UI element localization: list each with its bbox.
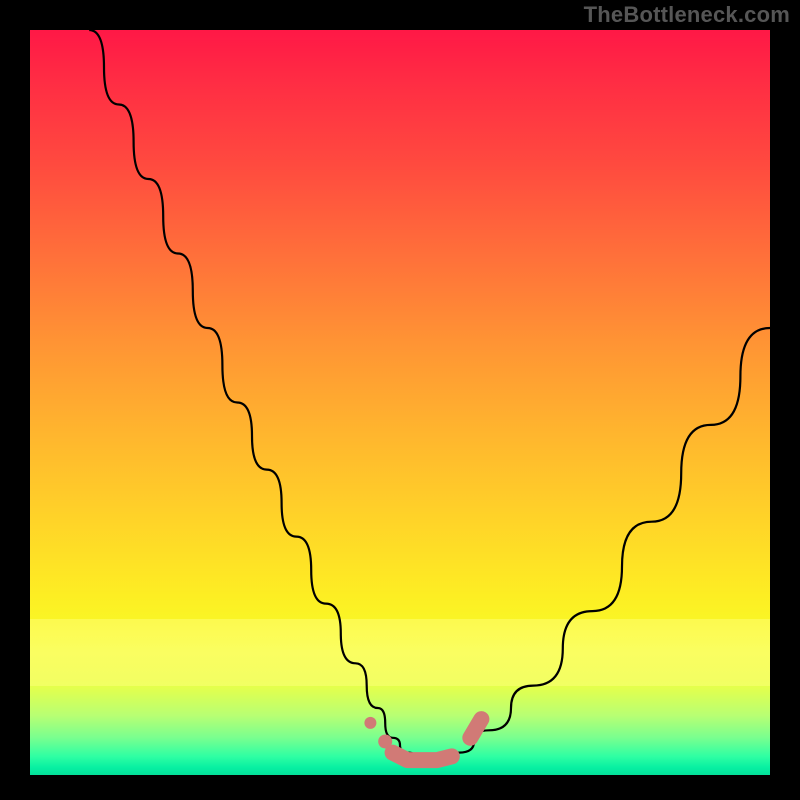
curve-layer bbox=[30, 30, 770, 775]
plot-area bbox=[30, 30, 770, 775]
marker-bar bbox=[393, 753, 452, 761]
marker-dot bbox=[364, 717, 376, 729]
watermark-text: TheBottleneck.com bbox=[584, 2, 790, 28]
chart-frame: TheBottleneck.com bbox=[0, 0, 800, 800]
bottleneck-curve bbox=[89, 30, 770, 760]
marker-bar-right bbox=[470, 719, 481, 738]
flat-range-dots bbox=[364, 717, 481, 760]
